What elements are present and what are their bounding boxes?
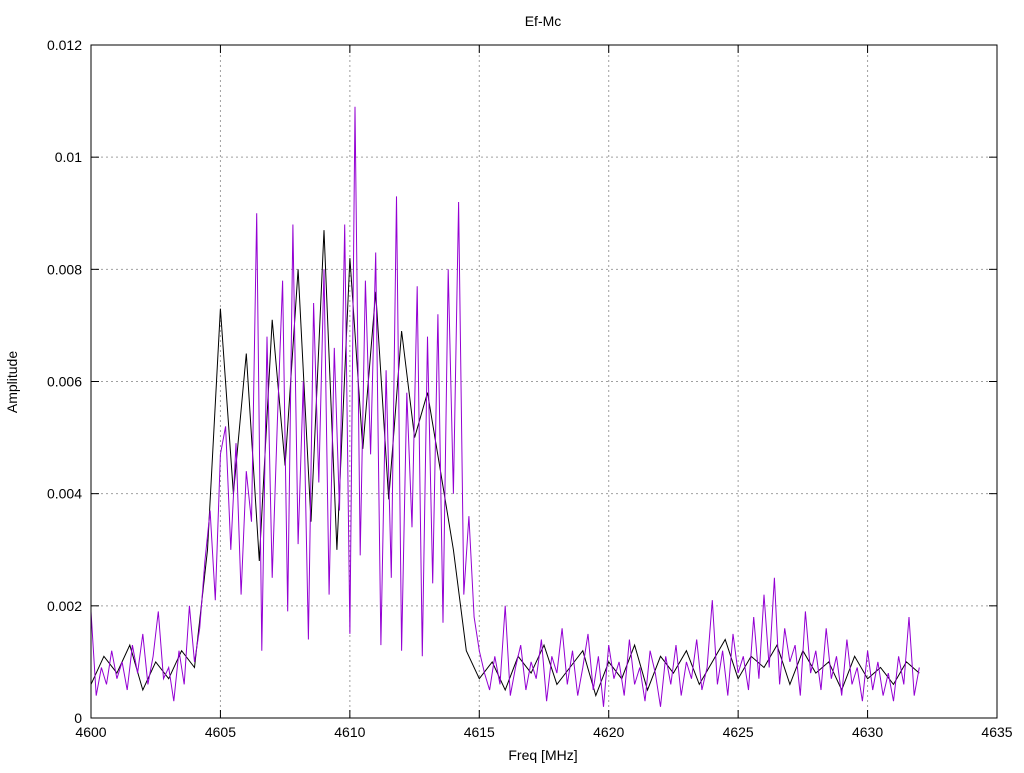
y-tick-label: 0.01	[55, 149, 82, 165]
x-tick-label: 4625	[723, 724, 754, 740]
y-tick-label: 0.006	[47, 374, 82, 390]
x-tick-label: 4620	[593, 724, 624, 740]
y-tick-label: 0.002	[47, 598, 82, 614]
x-tick-label: 4610	[334, 724, 365, 740]
chart-title: Ef-Mc	[525, 13, 562, 29]
series-line-black	[90, 230, 920, 698]
x-tick-label: 4635	[981, 724, 1012, 740]
grid	[91, 45, 997, 718]
chart: 4600 4605 4610 4615 4620 4625 4630 4635 0 0.002 0.…	[4, 13, 1013, 763]
x-tick-label: 4600	[75, 724, 106, 740]
y-tick-label: 0	[74, 710, 82, 726]
x-tick-label: 4630	[852, 724, 883, 740]
y-tick-label: 0.004	[47, 486, 82, 502]
series-layer	[90, 106, 920, 707]
y-tick-label: 0.012	[47, 37, 82, 53]
x-axis-label: Freq [MHz]	[508, 747, 577, 763]
y-tick-label: 0.008	[47, 261, 82, 277]
y-axis-label: Amplitude	[4, 351, 20, 413]
x-tick-label: 4605	[205, 724, 236, 740]
x-tick-label: 4615	[464, 724, 495, 740]
